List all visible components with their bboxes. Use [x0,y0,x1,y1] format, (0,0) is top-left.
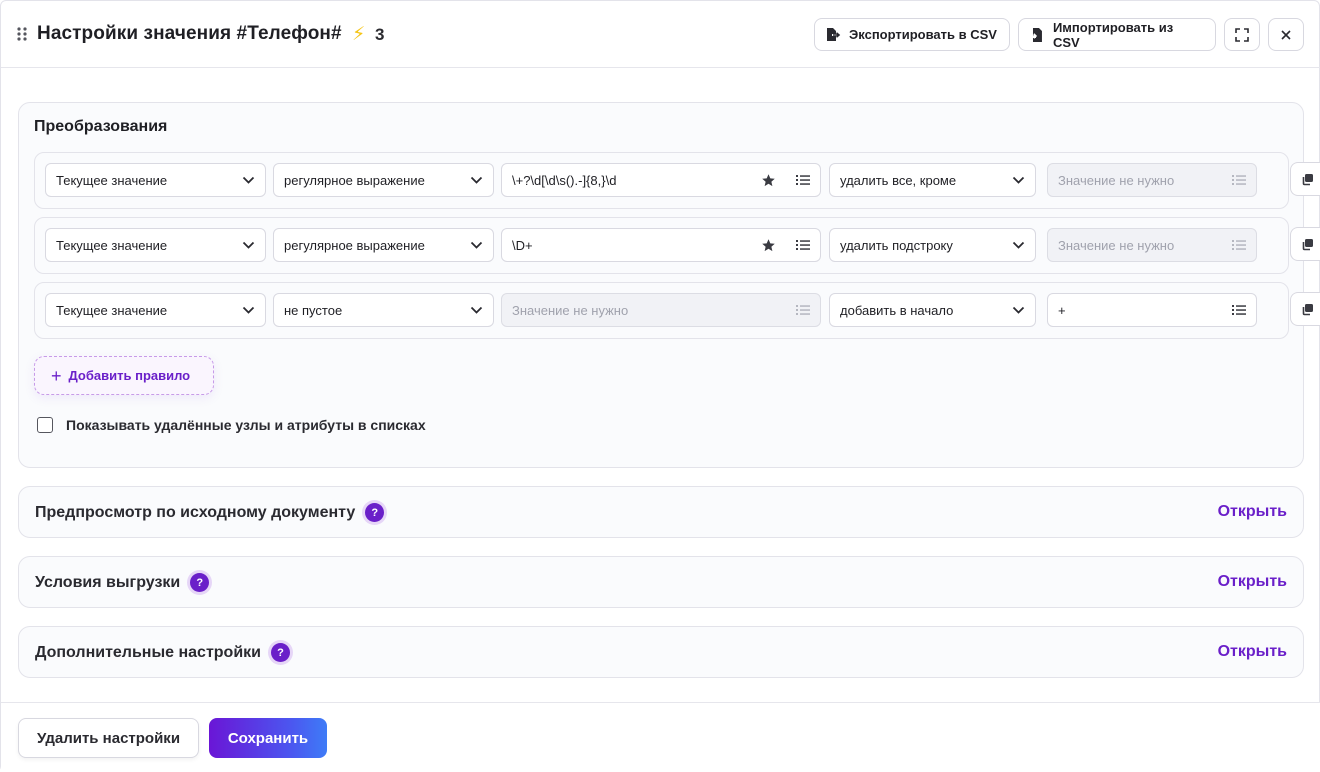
pattern-value: \+?\d[\d\s().-]{8,}\d [512,172,617,188]
pattern-input[interactable]: Значение не нужно [501,293,821,327]
chevron-down-icon [242,241,255,249]
source-value: Текущее значение [56,237,168,253]
close-icon [1281,29,1291,40]
help-icon[interactable]: ? [365,503,385,522]
star-icon[interactable] [761,173,776,188]
value-text: + [1058,302,1066,318]
preview-panel: Предпросмотр по исходному документу ? От… [18,486,1304,538]
copy-icon [1302,173,1313,185]
action-value: удалить все, кроме [840,172,957,188]
modal-title: Настройки значения #Телефон# [37,23,342,44]
close-button[interactable] [1268,18,1304,51]
import-csv-label: Импортировать из CSV [1052,19,1174,50]
add-rule-button[interactable]: + Добавить правило [34,356,214,395]
condition-select[interactable]: регулярное выражение [273,228,494,262]
section-title: Преобразования [34,118,168,135]
export-csv-label: Экспортировать в CSV [849,27,997,42]
transformations-section: Преобразования Текущее значение регулярн… [18,102,1320,468]
rule-row: Текущее значение не пустое Значение не н… [34,282,1289,339]
panel-title: Условия выгрузки ? [35,573,210,592]
save-button[interactable]: Сохранить [209,718,327,758]
list-icon [1232,175,1246,185]
fullscreen-icon [1235,27,1249,42]
copy-rule-button[interactable] [1290,227,1320,261]
chevron-down-icon [470,306,483,314]
panel-title-text: Дополнительные настройки [35,643,261,661]
action-select[interactable]: добавить в начало [829,293,1036,327]
open-panel-link[interactable]: Открыть [1218,573,1287,591]
drag-handle-icon[interactable] [16,26,28,42]
plus-icon: + [51,365,62,386]
value-input[interactable]: + [1047,293,1257,327]
value-input[interactable]: Значение не нужно [1047,228,1257,262]
show-deleted-checkbox[interactable] [37,417,53,433]
action-select[interactable]: удалить все, кроме [829,163,1036,197]
panel-title-text: Условия выгрузки [35,573,181,591]
rule-row: Текущее значение регулярное выражение \D… [34,217,1289,274]
panel-title-text: Предпросмотр по исходному документу [35,503,356,521]
value-placeholder: Значение не нужно [1058,237,1175,253]
source-value: Текущее значение [56,302,168,318]
condition-select[interactable]: не пустое [273,293,494,327]
source-select[interactable]: Текущее значение [45,228,266,262]
additional-settings-panel: Дополнительные настройки ? Открыть [18,626,1304,678]
export-csv-button[interactable]: Экспортировать в CSV [814,18,1010,51]
import-csv-button[interactable]: Импортировать из CSV [1018,18,1216,51]
condition-value: регулярное выражение [284,237,425,253]
chevron-down-icon [1012,176,1025,184]
lightning-icon: ⚡ [352,24,366,45]
delete-settings-button[interactable]: Удалить настройки [18,718,199,758]
pattern-input[interactable]: \D+ [501,228,821,262]
file-import-icon [1029,27,1042,42]
add-rule-label: Добавить правило [68,368,191,383]
value-input[interactable]: Значение не нужно [1047,163,1257,197]
source-select[interactable]: Текущее значение [45,293,266,327]
settings-modal: Настройки значения #Телефон# ⚡ 3 Экспорт… [0,0,1320,772]
list-icon[interactable] [796,239,810,251]
list-icon[interactable] [796,174,810,186]
value-placeholder: Значение не нужно [1058,172,1175,188]
chevron-down-icon [470,176,483,184]
file-export-icon [827,27,841,41]
condition-value: не пустое [284,302,343,318]
show-deleted-label[interactable]: Показывать удалённые узлы и атрибуты в с… [66,417,426,433]
show-deleted-option: Показывать удалённые узлы и атрибуты в с… [37,417,426,433]
pattern-placeholder: Значение не нужно [512,302,629,318]
help-icon[interactable]: ? [271,643,290,662]
action-value: добавить в начало [840,302,954,318]
export-conditions-panel: Условия выгрузки ? Открыть [18,556,1304,608]
copy-rule-button[interactable] [1290,292,1320,326]
action-select[interactable]: удалить подстроку [829,228,1036,262]
chevron-down-icon [1012,306,1025,314]
panel-title: Дополнительные настройки ? [35,643,290,662]
modal-footer: Удалить настройки Сохранить [1,702,1320,772]
condition-select[interactable]: регулярное выражение [273,163,494,197]
copy-icon [1302,238,1313,250]
copy-rule-button[interactable] [1290,162,1320,196]
rules-count: 3 [375,25,385,44]
help-icon[interactable]: ? [190,573,210,592]
list-icon[interactable] [1232,304,1246,316]
open-panel-link[interactable]: Открыть [1218,643,1287,661]
rule-row: Текущее значение регулярное выражение \+… [34,152,1289,209]
pattern-input[interactable]: \+?\d[\d\s().-]{8,}\d [501,163,821,197]
chevron-down-icon [1012,241,1025,249]
modal-header: Настройки значения #Телефон# ⚡ 3 Экспорт… [1,1,1320,68]
list-icon [796,305,810,315]
source-value: Текущее значение [56,172,168,188]
open-panel-link[interactable]: Открыть [1218,503,1287,521]
chevron-down-icon [242,176,255,184]
list-icon [1232,240,1246,250]
condition-value: регулярное выражение [284,172,425,188]
panel-title: Предпросмотр по исходному документу ? [35,503,385,522]
copy-icon [1302,303,1313,315]
action-value: удалить подстроку [840,237,953,253]
source-select[interactable]: Текущее значение [45,163,266,197]
fullscreen-button[interactable] [1224,18,1260,51]
star-icon[interactable] [761,238,776,253]
chevron-down-icon [242,306,255,314]
chevron-down-icon [470,241,483,249]
pattern-value: \D+ [512,237,533,253]
